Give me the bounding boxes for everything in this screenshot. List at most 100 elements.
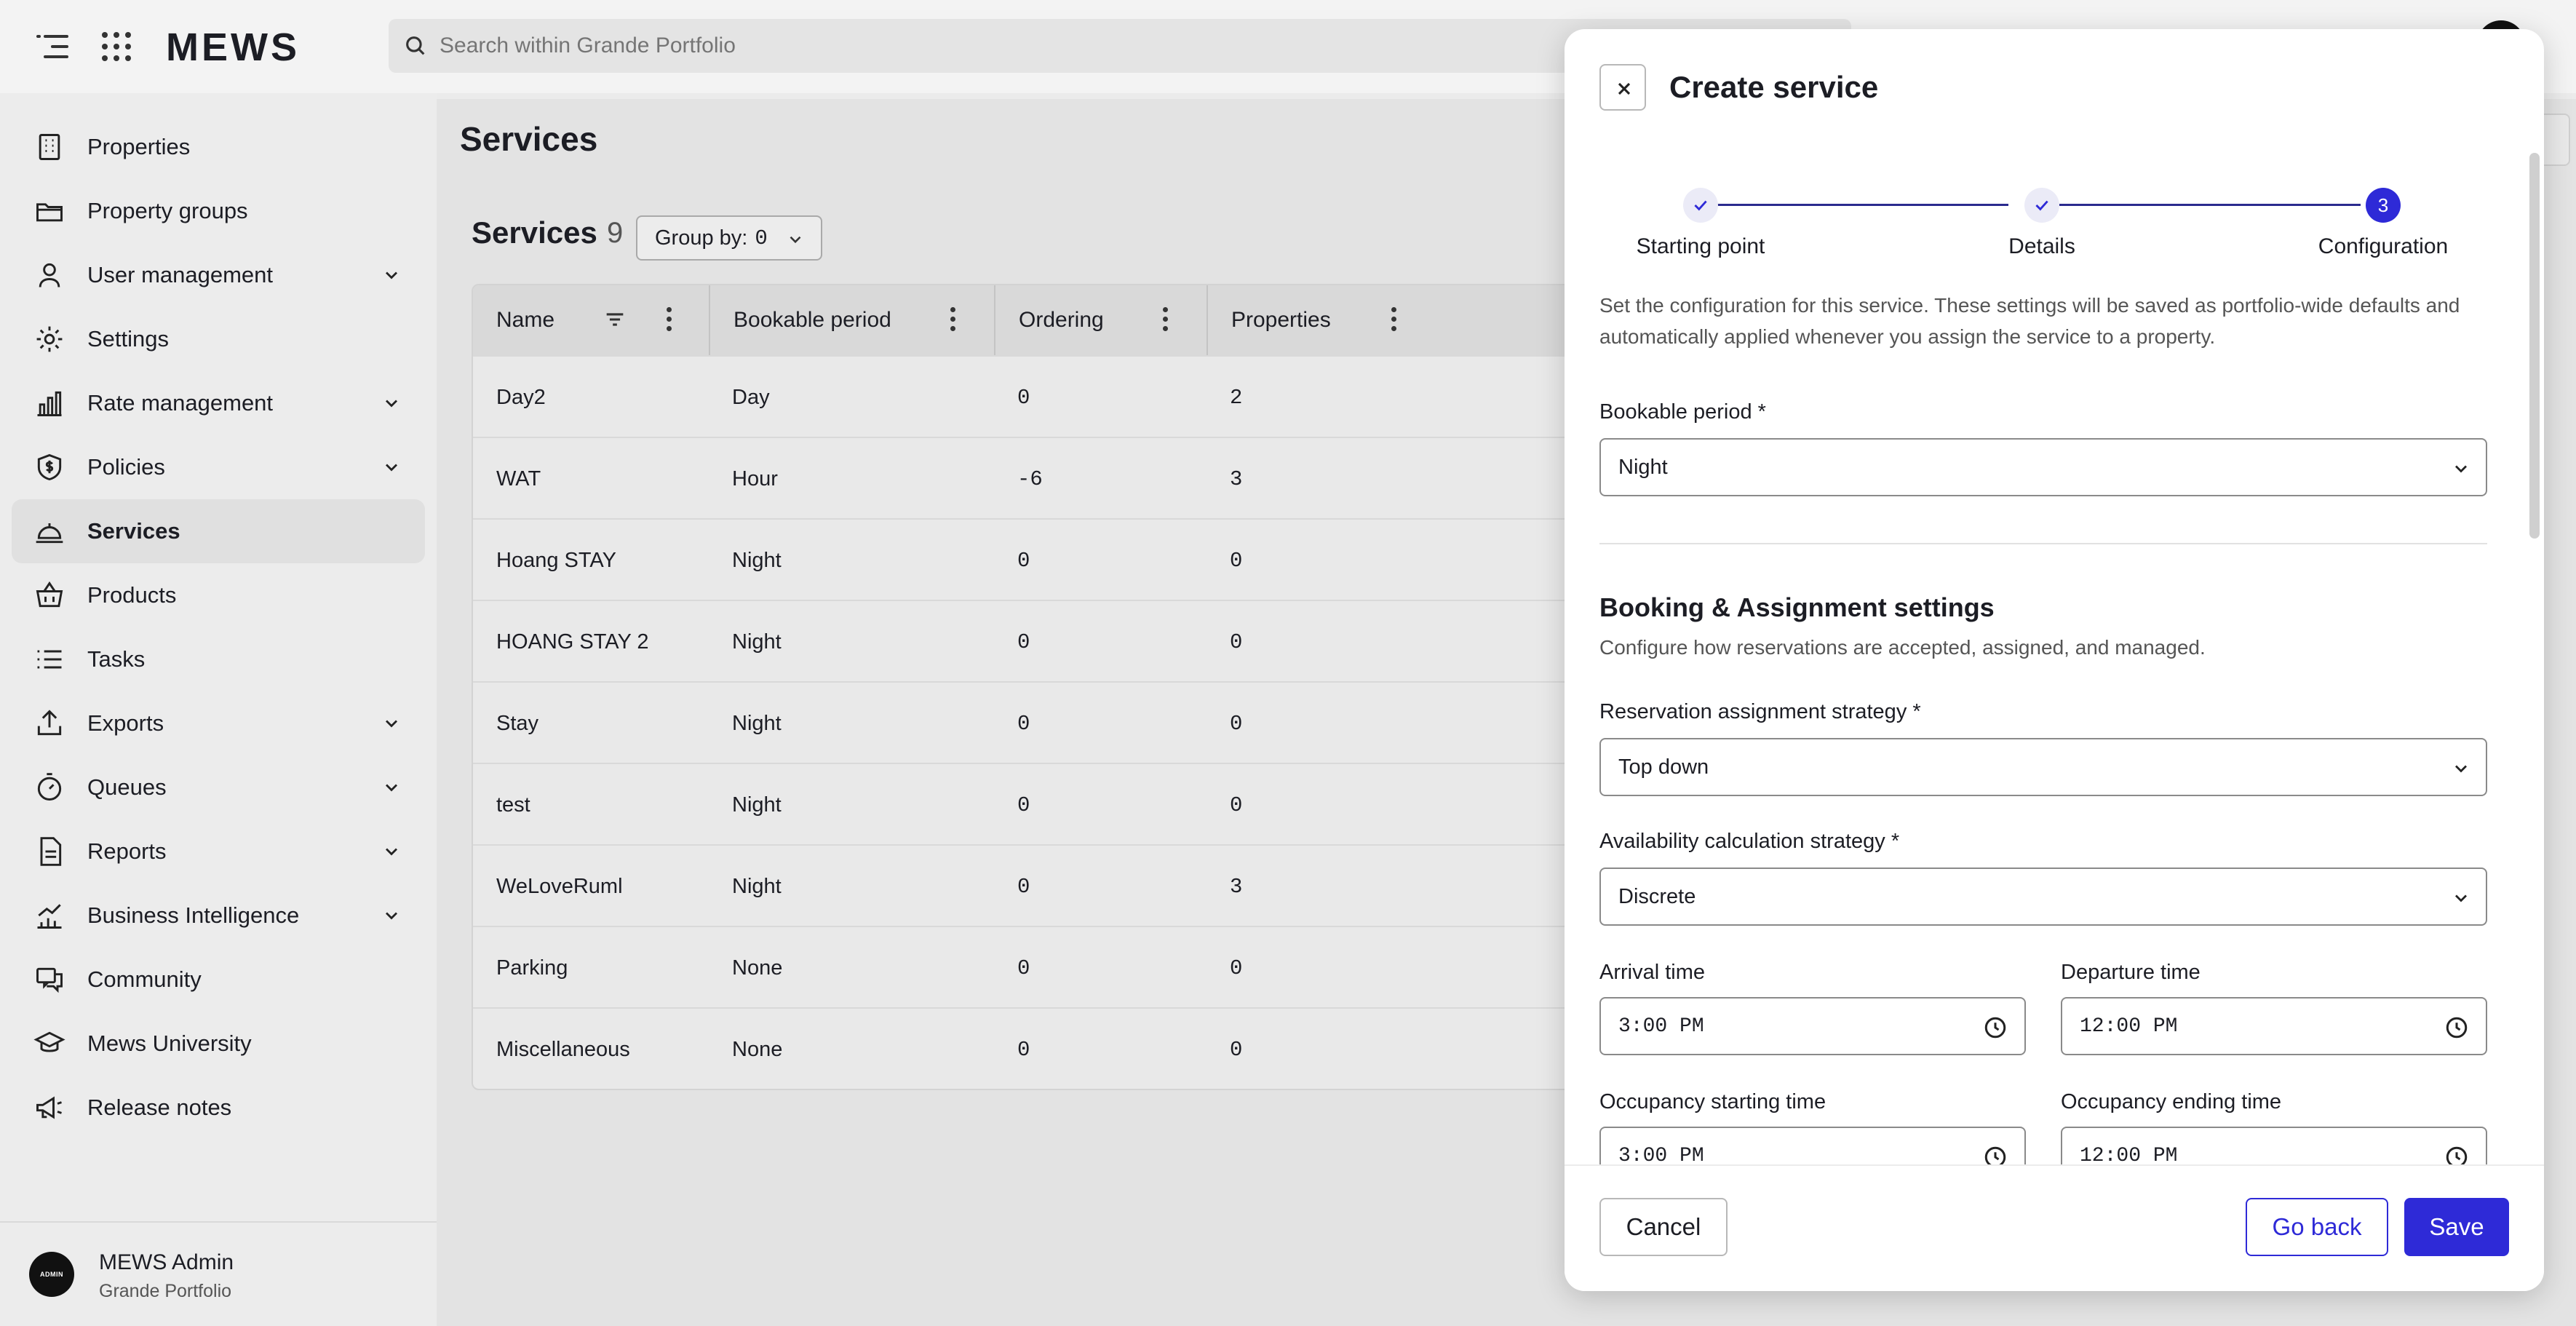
table-cell: 0 (1017, 793, 1030, 817)
table-cell: Day2 (496, 385, 546, 409)
sidebar-item-properties[interactable]: Properties (12, 115, 425, 179)
filter-icon[interactable] (603, 307, 627, 332)
column-header-ordering[interactable]: Ordering (994, 285, 1208, 355)
sidebar-item-user-management[interactable]: User management (12, 243, 425, 307)
services-count: 9 (607, 217, 624, 249)
availability-strategy-select[interactable]: Discrete (1599, 868, 2487, 926)
list-icon (37, 650, 62, 669)
sidebar-item-label: Property groups (87, 198, 248, 223)
sidebar-item-policies[interactable]: Policies (12, 435, 425, 499)
go-back-button[interactable]: Go back (2246, 1198, 2388, 1256)
table-cell: 0 (1017, 630, 1030, 654)
sidebar-item-rate-management[interactable]: Rate management (12, 371, 425, 435)
select-value: Top down (1618, 755, 1709, 779)
select-value: Discrete (1618, 884, 1696, 908)
search-icon (406, 36, 425, 55)
field-label: Occupancy starting time (1599, 1090, 1826, 1113)
table-cell: None (732, 956, 783, 980)
chevron-down-icon[interactable] (381, 457, 402, 477)
sidebar-item-business-intelligence[interactable]: Business Intelligence (12, 884, 425, 948)
table-cell: Night (732, 630, 782, 654)
column-menu-icon[interactable] (950, 307, 956, 333)
sidebar-item-reports[interactable]: Reports (12, 819, 425, 884)
chevron-down-icon[interactable] (381, 393, 402, 413)
sidebar-item-label: Rate management (87, 390, 274, 416)
sidebar-item-products[interactable]: Products (12, 563, 425, 627)
sidebar: Properties Property groups User management… (0, 93, 437, 1326)
chevron-down-icon[interactable] (381, 905, 402, 926)
table-cell: 3 (1230, 874, 1243, 899)
save-button[interactable]: Save (2404, 1198, 2509, 1256)
table-cell: Night (732, 793, 782, 817)
sidebar-item-label: Release notes (87, 1095, 232, 1120)
bookable-period-select[interactable]: Night (1599, 438, 2487, 496)
sidebar-item-release-notes[interactable]: Release notes (12, 1076, 425, 1140)
sidebar-item-label: Products (87, 582, 177, 608)
assignment-strategy-select[interactable]: Top down (1599, 738, 2487, 796)
menu-toggle-icon[interactable] (36, 32, 68, 61)
table-cell: 2 (1230, 385, 1243, 410)
cancel-button[interactable]: Cancel (1599, 1198, 1728, 1256)
chevron-down-icon[interactable] (381, 777, 402, 798)
table-cell: Day (732, 385, 770, 409)
table-cell: Miscellaneous (496, 1037, 630, 1061)
gear-icon (36, 326, 63, 352)
sidebar-item-tasks[interactable]: Tasks (12, 627, 425, 691)
check-icon (1694, 200, 1707, 211)
dialog-title: Create service (1669, 70, 1879, 104)
table-cell: 0 (1230, 1037, 1243, 1062)
column-menu-icon[interactable] (1391, 307, 1397, 333)
mews-logo[interactable]: MEWS (166, 25, 300, 70)
clock-icon[interactable] (2444, 1015, 2470, 1041)
sidebar-item-mews-university[interactable]: Mews University (12, 1012, 425, 1076)
table-cell: 0 (1017, 1037, 1030, 1062)
chevron-down-icon[interactable] (381, 265, 402, 285)
account-name: MEWS Admin (99, 1250, 234, 1274)
sidebar-item-label: Services (87, 518, 180, 544)
column-menu-icon[interactable] (667, 307, 672, 333)
step-label: Starting point (1636, 234, 1765, 258)
export-icon (37, 710, 62, 736)
sidebar-item-label: Properties (87, 134, 191, 159)
sidebar-item-label: User management (87, 262, 274, 287)
step-2-done-marker (2024, 188, 2059, 223)
departure-time-input[interactable]: 12:00 PM (2061, 997, 2487, 1055)
sidebar-item-queues[interactable]: Queues (12, 755, 425, 819)
arrival-time-input[interactable]: 3:00 PM (1599, 997, 2026, 1055)
intro-text: Set the configuration for this service. … (1599, 294, 2460, 348)
sidebar-item-property-groups[interactable]: Property groups (12, 179, 425, 243)
chevron-down-icon[interactable] (381, 841, 402, 862)
table-cell: test (496, 793, 530, 817)
field-label: Reservation assignment strategy * (1599, 700, 1921, 723)
table-cell: 0 (1017, 956, 1030, 980)
column-menu-icon[interactable] (1163, 307, 1169, 333)
sidebar-item-exports[interactable]: Exports (12, 691, 425, 755)
step-label: Details (2008, 234, 2075, 258)
column-header-name[interactable]: Name (473, 285, 710, 355)
chevron-down-icon (2455, 894, 2467, 902)
folder-icon (36, 203, 63, 222)
step-connector (2059, 204, 2361, 206)
sidebar-item-services[interactable]: Services (12, 499, 425, 563)
field-label: Occupancy ending time (2061, 1090, 2282, 1113)
time-value: 12:00 PM (2080, 1144, 2178, 1167)
sidebar-item-label: Policies (87, 454, 165, 480)
time-value: 12:00 PM (2080, 1015, 2178, 1038)
basket-icon (36, 581, 63, 608)
table-cell: Parking (496, 956, 568, 980)
check-icon (2035, 200, 2048, 211)
chevron-down-icon (790, 236, 801, 244)
column-header-label: Bookable period (734, 308, 891, 332)
clock-icon[interactable] (1982, 1015, 2008, 1041)
table-cell: 0 (1230, 630, 1243, 654)
account-switcher[interactable]: ADMIN MEWS Admin Grande Portfolio (0, 1221, 437, 1326)
app-launcher-icon[interactable] (102, 32, 131, 61)
group-by-dropdown[interactable]: Group by: 0 (636, 215, 822, 261)
report-icon (40, 837, 62, 866)
close-button[interactable] (1599, 64, 1646, 111)
sidebar-item-community[interactable]: Community (12, 948, 425, 1012)
chevron-down-icon[interactable] (381, 713, 402, 734)
sidebar-item-settings[interactable]: Settings (12, 307, 425, 371)
table-cell: 0 (1230, 793, 1243, 817)
account-org: Grande Portfolio (99, 1281, 232, 1301)
